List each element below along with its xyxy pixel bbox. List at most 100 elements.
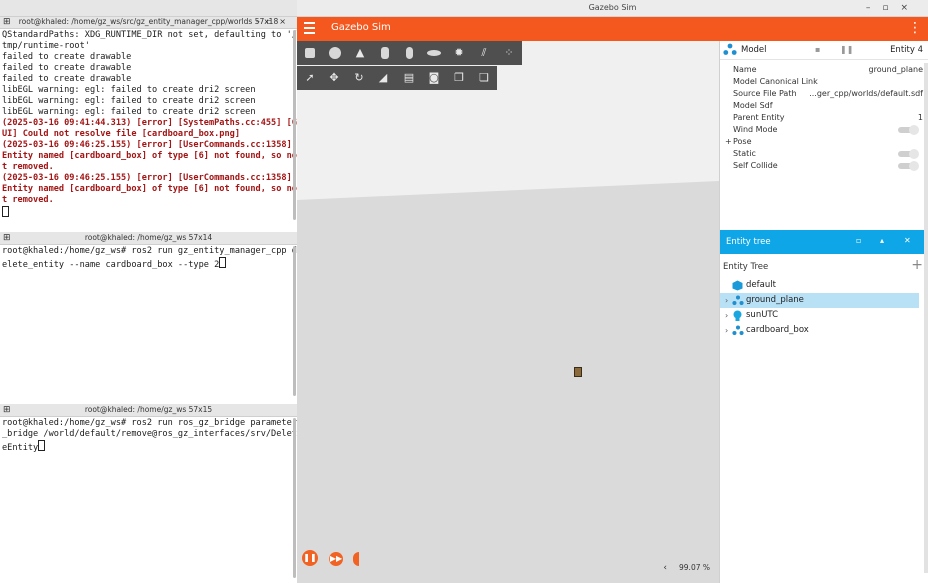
sun-light-icon[interactable]: ✹ [451,45,467,61]
terminal-titlebar: ⊞ root@khaled: /home/gz_ws 57x14 [0,232,297,245]
command-line: root@khaled:/home/gz_ws# ros2 run ros_gz… [2,418,297,453]
prop-row: Source File Path ...ger_cpp/worlds/defaul… [733,89,923,98]
window-title: Gazebo Sim [588,3,637,12]
tree-item-default[interactable]: default [720,278,919,293]
app-bar: Gazebo Sim ⋮ [297,17,928,41]
terminal-window-2[interactable]: ⊞ root@khaled: /home/gz_ws 57x14 root@kh… [0,232,297,402]
terminal-line: libEGL warning: egl: failed to create dr… [2,96,256,106]
pause-updates-icon[interactable]: ❚❚ [840,45,853,54]
text-cursor [219,257,227,268]
point-light-icon[interactable]: ⁘ [501,45,517,61]
right-panel: Model ▪ ❚❚ Entity 4 Name ground_plane Mod… [719,41,928,583]
scrollbar[interactable] [293,246,296,396]
terminal-window-1-header [0,0,297,17]
step-button[interactable]: ▶▶ [329,552,343,566]
more-playback-button[interactable] [353,552,359,566]
paste-icon[interactable]: ❏ [476,70,492,86]
chevron-left-icon[interactable]: ‹ [663,563,667,573]
component-inspector-header: Model ▪ ❚❚ Entity 4 [720,41,928,60]
terminal-line: libEGL warning: egl: failed to create dr… [2,85,256,95]
cardboard-box-model[interactable] [574,367,582,377]
window-titlebar: Gazebo Sim –▫× [297,0,928,17]
copy-icon[interactable]: ❐ [451,70,467,86]
cone-shape-icon[interactable]: ▲ [352,45,368,61]
close-panel-icon[interactable]: ✕ [904,236,911,245]
component-title: Model [741,45,767,55]
terminal-output: QStandardPaths: XDG_RUNTIME_DIR not set,… [0,29,297,220]
tree-item-cardboard-box[interactable]: › cardboard_box [720,323,919,338]
terminal-titlebar: ⊞ root@khaled: /home/gz_ws 57x15 [0,404,297,417]
tree-item-sunutc[interactable]: › sunUTC [720,308,919,323]
tree-item-ground-plane[interactable]: › ground_plane [720,293,919,308]
scrollbar[interactable] [293,418,296,578]
cylinder-shape-icon[interactable] [377,45,393,61]
model-icon [732,325,744,336]
chevron-right-icon[interactable]: › [725,323,728,338]
chevron-right-icon[interactable]: › [725,293,728,308]
float-panel-icon[interactable]: ▫ [856,236,861,245]
panel-scrollbar[interactable] [924,63,928,573]
entity-tree-header: Entity tree ▫ ▴ ✕ [720,230,928,254]
wind-mode-toggle[interactable] [898,125,919,135]
lock-icon[interactable]: ▪ [815,45,820,54]
snap-icon[interactable]: ◢ [375,70,391,86]
screenshot-camera-icon[interactable]: ◙ [426,70,442,86]
view-grid-icon[interactable]: ▤ [401,70,417,86]
capsule-shape-icon[interactable] [401,45,417,61]
terminal-title: root@khaled: /home/gz_ws 57x15 [84,405,213,414]
wind-mode-row: Wind Mode [720,124,928,136]
model-icon [732,295,744,306]
world-cube-icon [732,280,743,291]
text-cursor [2,206,9,217]
terminal-line: (2025-03-16 09:46:25.155) [error] [UserC… [2,140,297,172]
model-icon [723,43,737,55]
app-title: Gazebo Sim [331,22,391,33]
light-bulb-icon [733,310,742,321]
static-toggle[interactable] [898,149,919,159]
terminal-line: failed to create drawable [2,74,132,84]
scrollbar[interactable] [293,30,296,220]
terminal-window-1[interactable]: ⊞ root@khaled: /home/gz_ws/src/gz_entity… [0,16,297,230]
gazebo-window: Gazebo Sim –▫× Gazebo Sim ⋮ ▲ ✹ ⫽ ⁘ ➚ ✥ … [297,0,928,583]
terminal-titlebar: ⊞ root@khaled: /home/gz_ws/src/gz_entity… [0,16,297,29]
directional-light-icon[interactable]: ⫽ [476,45,492,61]
shapes-toolbar: ▲ ✹ ⫽ ⁘ [297,41,522,65]
terminal-output: root@khaled:/home/gz_ws# ros2 run gz_ent… [0,245,297,271]
scene-background [297,41,719,201]
prop-row: Name ground_plane [733,65,923,74]
more-options-icon[interactable]: ⋮ [908,19,922,37]
box-shape-icon[interactable] [302,45,318,61]
text-cursor [38,440,46,451]
rotate-icon[interactable]: ↻ [351,70,367,86]
3d-scene-view[interactable]: ▲ ✹ ⫽ ⁘ ➚ ✥ ↻ ◢ ▤ ◙ ❐ ❏ ❚❚ ▶▶ ‹ 99.07 % [297,41,719,583]
terminal-line: failed to create drawable [2,52,132,62]
prop-row: Model Canonical Link [733,77,818,86]
entity-tree-subheader: Entity Tree + [723,257,923,273]
collapse-panel-icon[interactable]: ▴ [880,236,884,245]
ground-plane[interactable] [297,181,719,583]
terminal-line: QStandardPaths: XDG_RUNTIME_DIR not set,… [2,30,297,51]
add-entity-icon[interactable]: + [911,257,923,273]
terminal-line: libEGL warning: egl: failed to create dr… [2,107,256,117]
entity-label: Entity 4 [890,45,923,55]
window-controls[interactable]: –▫× [256,16,293,28]
self-collide-toggle[interactable] [898,161,919,171]
sphere-shape-icon[interactable] [327,45,343,61]
prop-row: Model Sdf [733,101,773,110]
terminal-title: root@khaled: /home/gz_ws/src/gz_entity_m… [18,17,279,26]
zoom-level: 99.07 % [679,563,710,572]
entity-tree-title: Entity tree [726,237,771,247]
terminal-output: root@khaled:/home/gz_ws# ros2 run ros_gz… [0,417,297,454]
pose-row[interactable]: + Pose [720,136,928,148]
chevron-right-icon[interactable]: › [725,308,728,323]
command-line: root@khaled:/home/gz_ws# ros2 run gz_ent… [2,246,297,270]
transform-toolbar: ➚ ✥ ↻ ◢ ▤ ◙ ❐ ❏ [297,66,497,90]
select-cursor-icon[interactable]: ➚ [302,70,318,86]
hamburger-menu-icon[interactable] [304,22,315,37]
ellipsoid-shape-icon[interactable] [426,45,442,61]
pause-button[interactable]: ❚❚ [302,550,318,566]
translate-icon[interactable]: ✥ [326,70,342,86]
terminal-window-3[interactable]: ⊞ root@khaled: /home/gz_ws 57x15 root@kh… [0,404,297,583]
expand-plus-icon[interactable]: + [725,136,732,148]
window-controls[interactable]: –▫× [866,0,920,16]
